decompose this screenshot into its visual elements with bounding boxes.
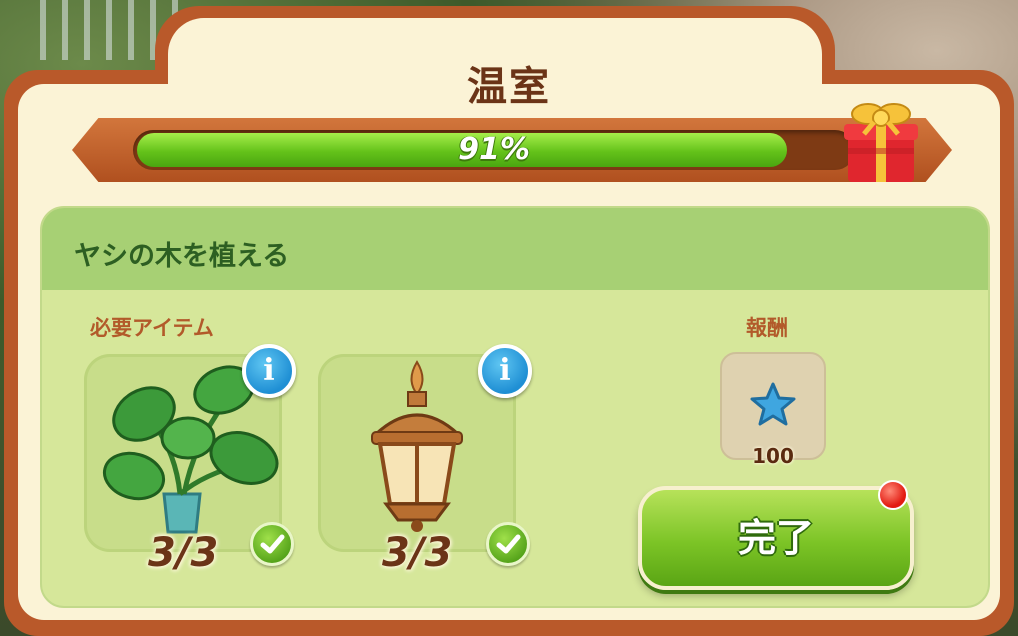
blue-star-icon: [750, 382, 796, 426]
check-icon: [250, 522, 294, 566]
complete-button-label: 完了: [737, 516, 814, 560]
reward-label: 報酬: [746, 316, 788, 340]
item-count-plant: 3/3: [148, 530, 219, 576]
item-info-button-plant[interactable]: i: [242, 344, 296, 398]
progress-label: 91%: [458, 132, 530, 167]
notification-dot: [878, 480, 908, 510]
check-icon: [486, 522, 530, 566]
item-info-button-lantern[interactable]: i: [478, 344, 532, 398]
required-items-label: 必要アイテム: [90, 316, 214, 340]
reward-amount: 100: [752, 444, 794, 468]
item-count-lantern: 3/3: [382, 530, 453, 576]
task-title: ヤシの木を植える: [74, 241, 290, 272]
gift-box-icon[interactable]: [840, 96, 922, 186]
complete-button[interactable]: 完了: [638, 486, 914, 590]
